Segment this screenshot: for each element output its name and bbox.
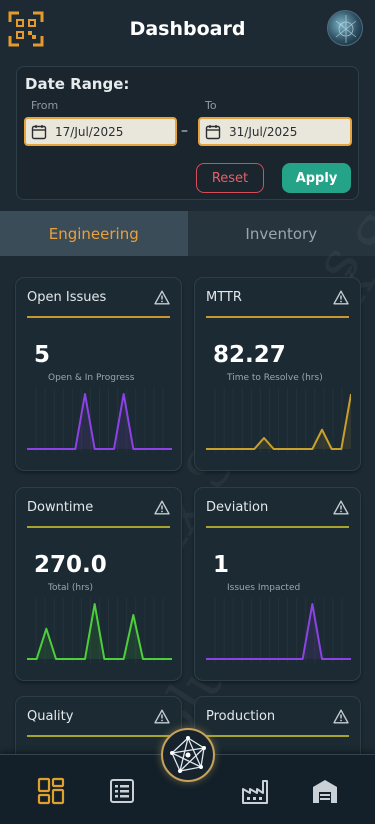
card-subtitle: Issues Impacted: [227, 583, 301, 593]
apply-button[interactable]: Apply: [282, 163, 351, 193]
card-divider: [206, 316, 349, 318]
calendar-icon: [31, 124, 47, 139]
reset-button[interactable]: Reset: [196, 163, 264, 193]
card-divider: [27, 735, 170, 737]
card-divider: [27, 526, 170, 528]
to-date-value: 31/Jul/2025: [229, 124, 298, 139]
card-title: Quality: [27, 709, 74, 724]
card-divider: [27, 316, 170, 318]
list-icon: [110, 779, 134, 803]
date-range-label: Date Range:: [25, 75, 130, 93]
card-subtitle: Time to Resolve (hrs): [227, 373, 323, 383]
network-logo-icon: [170, 736, 206, 773]
calendar-icon: [205, 124, 221, 139]
card-value: 82.27: [213, 342, 286, 368]
warning-icon[interactable]: [333, 709, 349, 728]
sparkline-chart: [27, 598, 172, 663]
to-label: To: [205, 99, 217, 112]
sparkline-chart: [206, 388, 351, 453]
card-title: Production: [206, 709, 276, 724]
range-separator: –: [181, 123, 188, 139]
tab-bar: Engineering Inventory: [0, 211, 375, 256]
card-divider: [206, 526, 349, 528]
metric-card-deviation[interactable]: Deviation 1 Issues Impacted: [194, 487, 361, 681]
from-date-field[interactable]: 17/Jul/2025: [24, 117, 177, 146]
warning-icon[interactable]: [333, 500, 349, 519]
card-value: 5: [34, 342, 51, 368]
card-divider: [206, 735, 349, 737]
sparkline-chart: [206, 598, 351, 663]
from-date-value: 17/Jul/2025: [55, 124, 124, 139]
factory-icon: [242, 780, 268, 804]
metric-card-mttr[interactable]: MTTR 82.27 Time to Resolve (hrs): [194, 277, 361, 471]
card-title: Downtime: [27, 500, 94, 515]
card-title: Deviation: [206, 500, 269, 515]
sparkline-chart: [27, 388, 172, 453]
card-title: Open Issues: [27, 290, 107, 305]
warning-icon[interactable]: [333, 290, 349, 309]
card-subtitle: Total (hrs): [48, 583, 93, 593]
metric-card-open-issues[interactable]: Open Issues 5 Open & In Progress: [15, 277, 182, 471]
home-logo-button[interactable]: [161, 728, 215, 782]
nav-list[interactable]: [108, 777, 136, 805]
from-label: From: [31, 99, 59, 112]
warning-icon[interactable]: [154, 709, 170, 728]
avatar[interactable]: [327, 10, 363, 46]
app-header: Dashboard: [0, 0, 375, 58]
page-title: Dashboard: [129, 18, 246, 40]
card-value: 270.0: [34, 552, 107, 578]
card-subtitle: Open & In Progress: [48, 373, 135, 383]
warning-icon[interactable]: [154, 500, 170, 519]
nav-dashboard[interactable]: [37, 777, 65, 805]
card-title: MTTR: [206, 290, 242, 305]
dashboard-icon: [37, 777, 65, 805]
tab-inventory[interactable]: Inventory: [187, 211, 375, 256]
warning-icon[interactable]: [154, 290, 170, 309]
warehouse-icon: [313, 780, 337, 803]
tab-engineering[interactable]: Engineering: [0, 211, 188, 256]
date-range-card: Date Range: From To 17/Jul/2025 – 31/Jul…: [16, 66, 359, 200]
nav-factory[interactable]: [241, 777, 269, 805]
qr-code-icon[interactable]: [8, 11, 44, 47]
to-date-field[interactable]: 31/Jul/2025: [198, 117, 352, 146]
metric-card-downtime[interactable]: Downtime 270.0 Total (hrs): [15, 487, 182, 681]
card-value: 1: [213, 552, 230, 578]
nav-warehouse[interactable]: [311, 777, 339, 805]
